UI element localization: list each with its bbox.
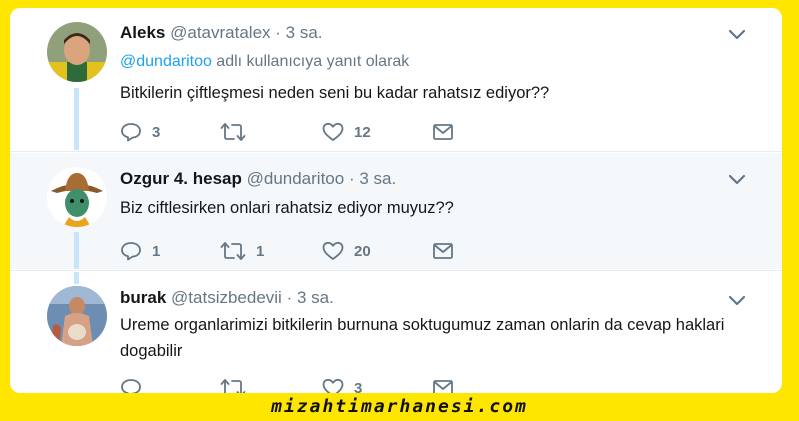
avatar[interactable] <box>47 286 107 346</box>
like-count: 3 <box>354 379 363 394</box>
retweet-count: 1 <box>256 242 265 260</box>
dm-icon <box>433 124 453 140</box>
author-name[interactable]: Ozgur 4. hesap <box>120 169 242 188</box>
divider <box>10 270 782 271</box>
dm-button[interactable] <box>432 239 454 263</box>
thread-line <box>74 272 79 284</box>
like-count: 12 <box>354 123 371 141</box>
author-handle[interactable]: @tatsizbedevii <box>171 288 282 307</box>
reply-count: 1 <box>152 242 161 260</box>
retweet-icon <box>220 123 246 141</box>
dm-icon <box>433 243 453 259</box>
retweet-button[interactable] <box>220 376 256 393</box>
dm-button[interactable] <box>432 376 454 393</box>
reply-icon <box>121 123 141 142</box>
thread-line <box>74 232 79 269</box>
reply-context-text: adlı kullanıcıya yanıt olarak <box>211 53 410 70</box>
watermark: mizahtimarhanesi.com <box>271 396 528 417</box>
tweet-actions: 1 1 20 <box>120 239 480 263</box>
tweet-actions: 3 <box>120 376 480 393</box>
thread-line <box>74 88 79 150</box>
retweet-button[interactable]: 1 <box>220 239 264 263</box>
reply-button[interactable]: 3 <box>120 120 160 144</box>
tweet-ozgur[interactable]: Ozgur 4. hesap @dundaritoo · 3 sa. Biz c… <box>10 153 782 269</box>
avatar[interactable] <box>47 167 107 227</box>
timestamp[interactable]: 3 sa. <box>286 23 323 42</box>
dm-icon <box>433 380 453 393</box>
like-icon <box>322 122 344 141</box>
separator-dot: · <box>275 23 281 42</box>
author-name[interactable]: Aleks <box>120 23 165 42</box>
like-icon <box>322 378 344 393</box>
reply-context: @dundaritoo adlı kullanıcıya yanıt olara… <box>120 53 409 71</box>
tweet-text: Biz ciftlesirken onlari rahatsiz ediyor … <box>120 199 454 217</box>
timestamp[interactable]: 3 sa. <box>359 169 396 188</box>
divider <box>10 151 782 152</box>
author-handle[interactable]: @atavratalex <box>170 23 270 42</box>
dm-button[interactable] <box>432 120 454 144</box>
tweet-text: Bitkilerin çiftleşmesi neden seni bu kad… <box>120 84 550 102</box>
author-name[interactable]: burak <box>120 288 166 307</box>
separator-dot: · <box>348 169 355 188</box>
reply-icon <box>121 242 141 261</box>
tweet-header: Aleks @atavratalex · 3 sa. <box>120 23 323 43</box>
chevron-down-icon[interactable] <box>727 173 747 187</box>
tweet-burak[interactable]: burak @tatsizbedevii · 3 sa. Ureme organ… <box>10 272 782 393</box>
tweet-header: Ozgur 4. hesap @dundaritoo · 3 sa. <box>120 169 396 189</box>
timestamp[interactable]: 3 sa. <box>297 288 334 307</box>
tweet-text: Ureme organlarimizi bitkilerin burnuna s… <box>120 316 725 360</box>
retweet-icon <box>220 379 246 393</box>
reply-button[interactable]: 1 <box>120 239 160 263</box>
reply-icon <box>121 379 141 393</box>
like-button[interactable]: 3 <box>322 376 362 393</box>
avatar[interactable] <box>47 22 107 82</box>
like-count: 20 <box>354 242 371 260</box>
tweet-aleks[interactable]: Aleks @atavratalex · 3 sa. @dundaritoo a… <box>10 8 782 150</box>
retweet-button[interactable] <box>220 120 256 144</box>
separator-dot: · <box>286 288 293 307</box>
retweet-icon <box>220 242 246 260</box>
tweet-thread-card: Aleks @atavratalex · 3 sa. @dundaritoo a… <box>10 8 782 393</box>
tweet-header: burak @tatsizbedevii · 3 sa. <box>120 288 334 308</box>
chevron-down-icon[interactable] <box>727 294 747 308</box>
reply-count: 3 <box>152 123 161 141</box>
author-handle[interactable]: @dundaritoo <box>247 169 345 188</box>
reply-button[interactable] <box>120 376 152 393</box>
like-button[interactable]: 20 <box>322 239 371 263</box>
like-button[interactable]: 12 <box>322 120 371 144</box>
tweet-actions: 3 12 <box>120 120 480 144</box>
chevron-down-icon[interactable] <box>727 28 747 42</box>
reply-mention-link[interactable]: @dundaritoo <box>120 53 212 70</box>
like-icon <box>322 241 344 260</box>
